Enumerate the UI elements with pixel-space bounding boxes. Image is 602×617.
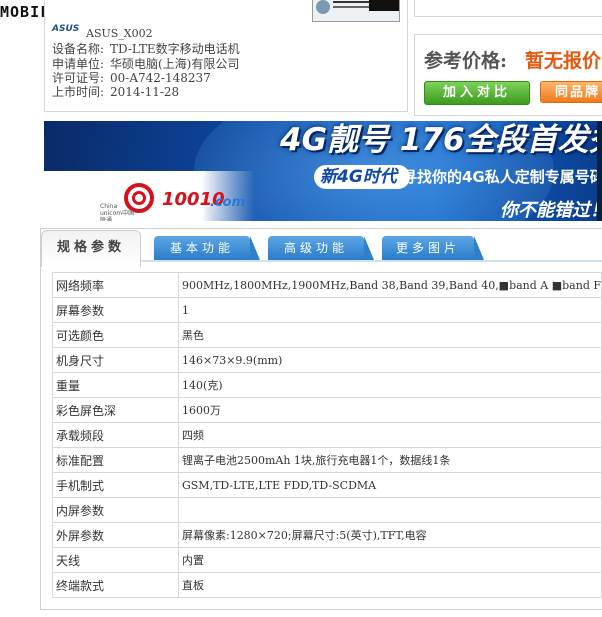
spec-label: 内屏参数 (52, 497, 179, 523)
spec-table: 网络频率 900MHz,1800MHz,1900MHz,Band 38,Band … (52, 272, 602, 598)
price-value: 暂无报价 (525, 50, 602, 72)
table-row: 网络频率 900MHz,1800MHz,1900MHz,Band 38,Band … (52, 272, 602, 298)
spec-value: GSM,TD-LTE,LTE FDD,TD-SCDMA (177, 472, 602, 498)
spec-value: 黑色 (177, 322, 602, 348)
stamp-seal-icon (316, 0, 330, 14)
stamp-text-line (333, 6, 373, 8)
stamp-dark-block (369, 0, 399, 11)
price-top-strip (414, 0, 602, 17)
spec-value: 1 (177, 297, 602, 323)
spec-value: 直板 (177, 572, 602, 598)
spec-label: 机身尺寸 (52, 347, 179, 373)
table-row: 机身尺寸 146×73×9.9(mm) (52, 347, 602, 373)
banner-edge (597, 121, 602, 221)
brand-logo: ASUS (52, 24, 80, 34)
table-row: 彩色屏色深 1600万 (52, 397, 602, 423)
banner-headline: 4G靓号 176全段首发秀 (280, 122, 602, 158)
banner-call-to-action: 你不能错过！ (500, 200, 602, 221)
brand-domain: .com (210, 195, 246, 210)
spec-label: 可选颜色 (52, 322, 179, 348)
tab-specs[interactable]: 规格参数 (41, 230, 141, 267)
tab-specs-label: 规格参数 (56, 240, 125, 255)
spec-label: 网络频率 (52, 272, 179, 298)
table-row: 外屏参数 屏幕像素:1280×720;屏幕尺寸:5(英寸),TFT,电容 (52, 522, 602, 548)
banner-subtitle: 寻找你的4G私人定制专属号码 (402, 168, 602, 186)
table-row: 天线 内置 (52, 547, 602, 573)
china-unicom-label: China unicom中国联通 (100, 203, 135, 221)
table-row: 屏幕参数 1 (52, 297, 602, 323)
price-label: 参考价格: (424, 50, 508, 72)
spec-value: 1600万 (177, 397, 602, 423)
add-to-compare-button[interactable]: 加入对比 (424, 81, 530, 105)
spec-label: 承载频段 (52, 422, 179, 448)
table-row: 可选颜色 黑色 (52, 322, 602, 348)
table-row: 内屏参数 (52, 497, 602, 523)
tab-more-photos[interactable]: 更多图片 (382, 236, 484, 260)
info-value: TD-LTE数字移动电话机 (110, 42, 240, 56)
table-row: 手机制式 GSM,TD-LTE,LTE FDD,TD-SCDMA (52, 472, 602, 498)
table-row: 标准配置 锂离子电池2500mAh 1块,旅行充电器1个，数据线1条 (52, 447, 602, 473)
spec-label: 手机制式 (52, 472, 179, 498)
spec-value: 140(克) (177, 372, 602, 398)
spec-label: 标准配置 (52, 447, 179, 473)
banner-tagline: 新4G时代 (320, 167, 397, 187)
spec-label: 外屏参数 (52, 522, 179, 548)
info-value: 2014-11-28 (110, 85, 180, 99)
spec-value: 内置 (177, 547, 602, 573)
spec-label: 天线 (52, 547, 179, 573)
same-brand-button[interactable]: 同品牌 (540, 81, 602, 103)
certificate-image (312, 0, 400, 22)
spec-value: 900MHz,1800MHz,1900MHz,Band 38,Band 39,B… (177, 272, 602, 298)
promo-banner[interactable]: China unicom中国联通 10010 .com 4G靓号 176全段首发… (44, 121, 602, 221)
table-row: 承载频段 四频 (52, 422, 602, 448)
info-row-launch-date: 上市时间: 2014-11-28 (52, 83, 179, 100)
spec-label: 终端款式 (52, 572, 179, 598)
tab-basic-features[interactable]: 基本功能 (154, 236, 260, 260)
tab-advanced-features[interactable]: 高级功能 (268, 236, 374, 260)
model-code: ASUS_X002 (86, 27, 153, 40)
info-label: 上市时间: (52, 85, 105, 99)
spec-value: 屏幕像素:1280×720;屏幕尺寸:5(英寸),TFT,电容 (177, 522, 602, 548)
spec-value: 四频 (177, 422, 602, 448)
spec-label: 彩色屏色深 (52, 397, 179, 423)
spec-value: 锂离子电池2500mAh 1块,旅行充电器1个，数据线1条 (177, 447, 602, 473)
spec-label: 屏幕参数 (52, 297, 179, 323)
spec-value: 146×73×9.9(mm) (177, 347, 602, 373)
stamp-text-line (333, 1, 373, 3)
table-row: 终端款式 直板 (52, 572, 602, 598)
table-row: 重量 140(克) (52, 372, 602, 398)
spec-value (177, 497, 602, 523)
spec-label: 重量 (52, 372, 179, 398)
